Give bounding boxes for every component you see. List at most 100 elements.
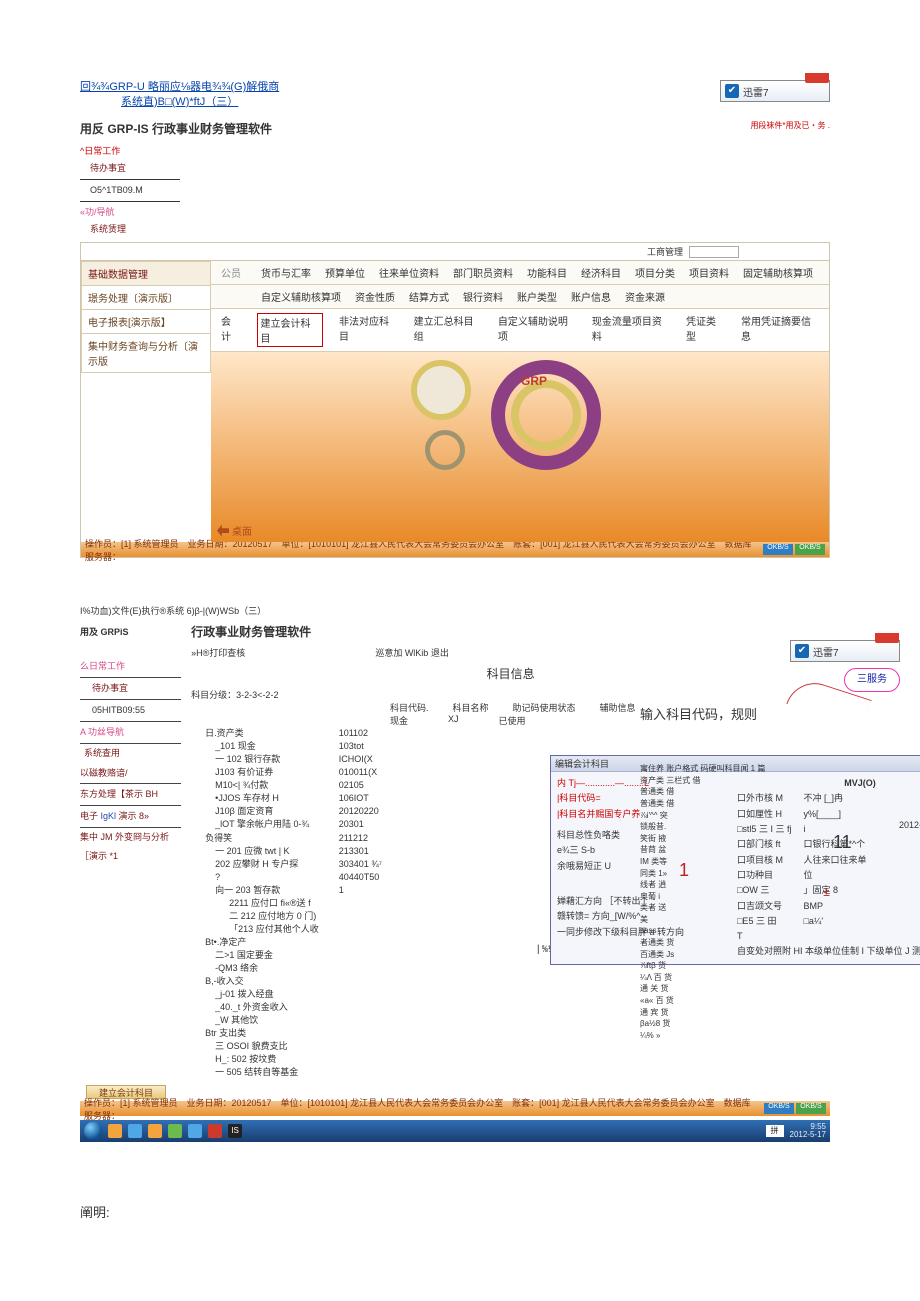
search-label: 工商管理 xyxy=(647,245,683,258)
nav-todo[interactable]: 待办事宜 xyxy=(90,160,830,177)
tab-item[interactable]: 往来单位资料 xyxy=(379,265,439,280)
start-orb-icon[interactable] xyxy=(84,1122,102,1140)
link-grpu[interactable]: 回¾¾GRP-U 略丽应⅛器电¾¾(G)解俄商 xyxy=(80,81,279,93)
nav-code: O5^1TB09.M xyxy=(90,182,830,199)
nav-daily[interactable]: ^日常工作 xyxy=(80,143,830,160)
tab-item[interactable]: 账户类型 xyxy=(517,289,557,304)
circle-icon xyxy=(425,430,465,470)
tab-row-2: 会计 建立会计科目 非法对应科目 建立汇总科目组 自定义辅助说明项 现金流量项目… xyxy=(211,309,829,352)
tab-item[interactable]: 经济科目 xyxy=(581,265,621,280)
task-icon[interactable]: IS xyxy=(228,1124,242,1138)
toolbar-exit[interactable]: 巡意加 WlKib 退出 xyxy=(375,646,449,659)
task-icon[interactable] xyxy=(128,1124,142,1138)
tab-row-1: 公员 货币与汇率 预算单位 往来单位资料 部门职员资料 功能科目 经济科目 项目… xyxy=(211,261,829,285)
hdr: 助记码使用状态 xyxy=(513,701,576,714)
nav-time: 05HITB09:55 xyxy=(80,700,181,722)
speed-down: OKB/S xyxy=(763,544,793,555)
grp-logo: GRP xyxy=(521,374,547,388)
speed-up: OKB/S xyxy=(795,544,825,555)
back-desktop[interactable]: 桌面 xyxy=(217,523,252,538)
nav-daily-2[interactable]: 么日常工作 xyxy=(80,656,181,678)
nav-east[interactable]: 东方处理【茶示 BH xyxy=(80,784,181,806)
hdr: 科目名称 xyxy=(453,701,489,714)
thunder-widget: ✔ 迅雷7 xyxy=(720,80,830,102)
tab-item[interactable]: 项目分类 xyxy=(635,265,675,280)
nav-sysuse[interactable]: 系统查用 xyxy=(80,744,181,763)
lang-indicator[interactable]: 拼 xyxy=(766,1125,784,1137)
tab-item[interactable]: 部门职员资料 xyxy=(453,265,513,280)
toolbar-print[interactable]: »H®打印查核 xyxy=(191,646,245,659)
tray-clock: 9:552012-5-17 xyxy=(790,1123,826,1141)
tab-item[interactable]: 项目资料 xyxy=(689,265,729,280)
tab-item[interactable]: 自定义辅助核算项 xyxy=(261,289,341,304)
task-icon[interactable] xyxy=(168,1124,182,1138)
leftmenu-item[interactable]: 基础数据管理 xyxy=(81,261,211,286)
tab-item[interactable]: 资金来源 xyxy=(625,289,665,304)
leftmenu-item[interactable]: 电子报表[演示版】 xyxy=(81,310,211,334)
account-tree[interactable]: 日.资产类_101 现金一 102 银行存款J103 有价证券M10<| ¾付款… xyxy=(205,727,319,1079)
nav-elec[interactable]: 电子 IgKl 演示 8» xyxy=(80,806,181,828)
task-icon[interactable] xyxy=(108,1124,122,1138)
tab-item[interactable]: 常用凭证摘要信息 xyxy=(741,313,819,347)
tab-item[interactable]: 建立汇总科目组 xyxy=(414,313,482,347)
tab-item[interactable]: 非法对应科目 xyxy=(339,313,398,347)
link-sys[interactable]: 系统直)B□(W)*ftJ（三） xyxy=(121,96,238,108)
leftmenu-item[interactable]: 璟务处理〔演示版〕 xyxy=(81,286,211,310)
app-title-2a: 用及 GRPiS xyxy=(80,627,129,637)
tab-item[interactable]: 预算单位 xyxy=(325,265,365,280)
cell: 现金 xyxy=(390,714,408,727)
code-col: 101102103totICHOI(X010011(X02105106IOT20… xyxy=(339,727,382,1079)
nav-todo-2[interactable]: 待办事宜 xyxy=(80,678,181,700)
hdr: 科目代码. xyxy=(390,701,429,714)
tab-item[interactable]: 账户信息 xyxy=(571,289,611,304)
tab-item[interactable]: 凭证类型 xyxy=(686,313,725,347)
hdr: 辅助信息 xyxy=(600,701,636,714)
cloud-badge: 三服务 xyxy=(844,668,900,692)
windows-taskbar[interactable]: IS 拼 9:552012-5-17 xyxy=(80,1120,830,1142)
search-input[interactable] xyxy=(689,246,739,258)
footer-label: 阐明: xyxy=(80,1202,830,1221)
nav-func[interactable]: «功/导航 xyxy=(80,204,830,221)
fr-tabs: 寓住养 账户格式 码硬叫科目闻 1 篇 xyxy=(640,763,900,775)
status-bar-2: 操作员：[1] 系统管理员 业务日期：20120517 单位：[1010101]… xyxy=(80,1101,830,1116)
status-bar-1: 操作员：[1] 系统管理员 业务日期：20120517 单位：[1010101]… xyxy=(81,542,829,557)
frame-1: 工商管理 基础数据管理 璟务处理〔演示版〕 电子报表[演示版】 集中财务查询与分… xyxy=(80,242,830,558)
tab-item-active[interactable]: 建立会计科目 xyxy=(257,313,324,347)
menubar-2: I%功血)文件(E)执行®系统 6)β-|(W)WSb（三） xyxy=(80,604,830,617)
app-title-1: 用反 GRP-IS 行政事业财务管理软件 xyxy=(80,120,272,137)
thunder-widget-2: ✔ 迅雷7 xyxy=(790,640,900,662)
tab-item[interactable]: 资金性质 xyxy=(355,289,395,304)
right-note: 用段袜件*用及已・务 . xyxy=(750,120,830,137)
arrow-icon: ✔ xyxy=(795,644,809,658)
back-icon xyxy=(217,525,229,537)
close-icon[interactable] xyxy=(805,73,829,83)
tab-item[interactable]: 货币与汇率 xyxy=(261,265,311,280)
tab-item[interactable]: 功能科目 xyxy=(527,265,567,280)
app-title-2b: 行政事业财务管理软件 xyxy=(191,623,311,640)
nav-sysmgr[interactable]: 系统赁理 xyxy=(90,221,830,238)
far-right-panel: ✔ 迅雷7 三服务 输入科目代码，规则 寓住养 账户格式 码硬叫科目闻 1 篇 … xyxy=(640,640,900,1041)
circle-icon xyxy=(411,360,471,420)
status-text: 操作员：[1] 系统管理员 业务日期：20120517 单位：[1010101]… xyxy=(84,1096,758,1122)
nav-func-2[interactable]: A 功丝导航 xyxy=(80,722,181,744)
canvas-area: GRP 桌面 xyxy=(211,352,829,542)
task-icon[interactable] xyxy=(148,1124,162,1138)
tab-item[interactable]: 固定辅助核算项 xyxy=(743,265,813,280)
tab-row-1b: 自定义辅助核算项 资金性质 结算方式 银行资料 账户类型 账户信息 资金来源 xyxy=(211,285,829,309)
tab-item[interactable]: 银行资料 xyxy=(463,289,503,304)
close-icon[interactable] xyxy=(875,633,899,643)
left-menu: 基础数据管理 璟务处理〔演示版〕 电子报表[演示版】 集中财务查询与分析〔演示版 xyxy=(81,261,211,542)
fr-date: 2012-05-1 xyxy=(899,820,920,830)
task-icon[interactable] xyxy=(188,1124,202,1138)
leftmenu-item[interactable]: 集中财务查询与分析〔演示版 xyxy=(81,334,211,373)
dialog-title: 编辑会计科目 xyxy=(555,757,609,770)
task-icon[interactable] xyxy=(208,1124,222,1138)
fr-cols: 资产类 三栏式 借 xyxy=(640,775,900,787)
tab-item[interactable]: 自定义辅助说明项 xyxy=(498,313,576,347)
circle-icon xyxy=(511,380,581,450)
nav-misc[interactable]: 以磁教赂谙/ xyxy=(80,763,181,785)
tab-item[interactable]: 现金流量项目资料 xyxy=(592,313,670,347)
arrow-icon: ✔ xyxy=(725,84,739,98)
tab-item[interactable]: 结算方式 xyxy=(409,289,449,304)
nav-concentrate[interactable]: 集中 JM 外变冏与分析［演示 *1 xyxy=(80,832,169,861)
